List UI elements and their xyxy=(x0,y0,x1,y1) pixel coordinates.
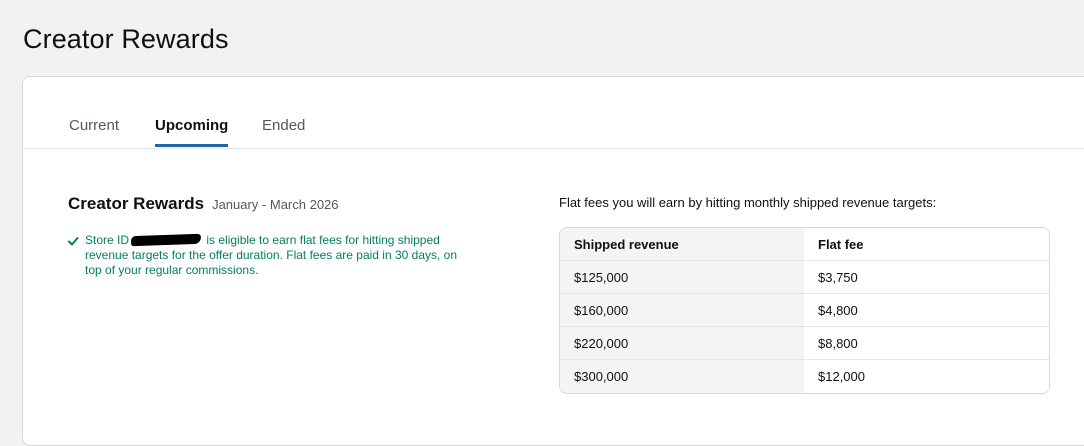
table-header-row: Shipped revenue Flat fee xyxy=(560,228,1049,261)
tab-upcoming[interactable]: Upcoming xyxy=(155,117,229,147)
tab-bar: Current Upcoming Ended xyxy=(23,77,1084,149)
table-row: $160,000 $4,800 xyxy=(560,294,1049,327)
table-row: $220,000 $8,800 xyxy=(560,327,1049,360)
check-icon xyxy=(68,237,79,246)
fees-caption: Flat fees you will earn by hitting month… xyxy=(559,195,937,210)
shipped-revenue-cell: $160,000 xyxy=(560,294,804,327)
eligibility-prefix: Store ID xyxy=(85,233,130,247)
offer-title: Creator Rewards xyxy=(68,194,205,213)
redacted-store-id xyxy=(130,233,202,247)
flat-fee-cell: $4,800 xyxy=(804,294,1049,327)
flat-fee-cell: $3,750 xyxy=(804,261,1049,294)
header-flat-fee: Flat fee xyxy=(804,228,1049,261)
shipped-revenue-cell: $220,000 xyxy=(560,327,804,360)
fees-table: Shipped revenue Flat fee $125,000 $3,750… xyxy=(559,227,1050,394)
shipped-revenue-cell: $125,000 xyxy=(560,261,804,294)
rewards-card: Current Upcoming Ended Creator Rewards J… xyxy=(22,76,1084,446)
header-shipped-revenue: Shipped revenue xyxy=(560,228,804,261)
tab-current[interactable]: Current xyxy=(69,117,119,146)
offer-dates: January - March 2026 xyxy=(212,197,339,212)
offer-heading: Creator Rewards January - March 2026 xyxy=(68,194,339,214)
table-row: $300,000 $12,000 xyxy=(560,360,1049,393)
flat-fee-cell: $12,000 xyxy=(804,360,1049,393)
eligibility-text: Store ID is eligible to earn flat fees f… xyxy=(85,233,457,278)
flat-fee-cell: $8,800 xyxy=(804,327,1049,360)
table-row: $125,000 $3,750 xyxy=(560,261,1049,294)
page-title: Creator Rewards xyxy=(23,24,229,54)
eligibility-message: Store ID is eligible to earn flat fees f… xyxy=(67,233,457,278)
shipped-revenue-cell: $300,000 xyxy=(560,360,804,393)
tab-ended[interactable]: Ended xyxy=(262,117,305,146)
